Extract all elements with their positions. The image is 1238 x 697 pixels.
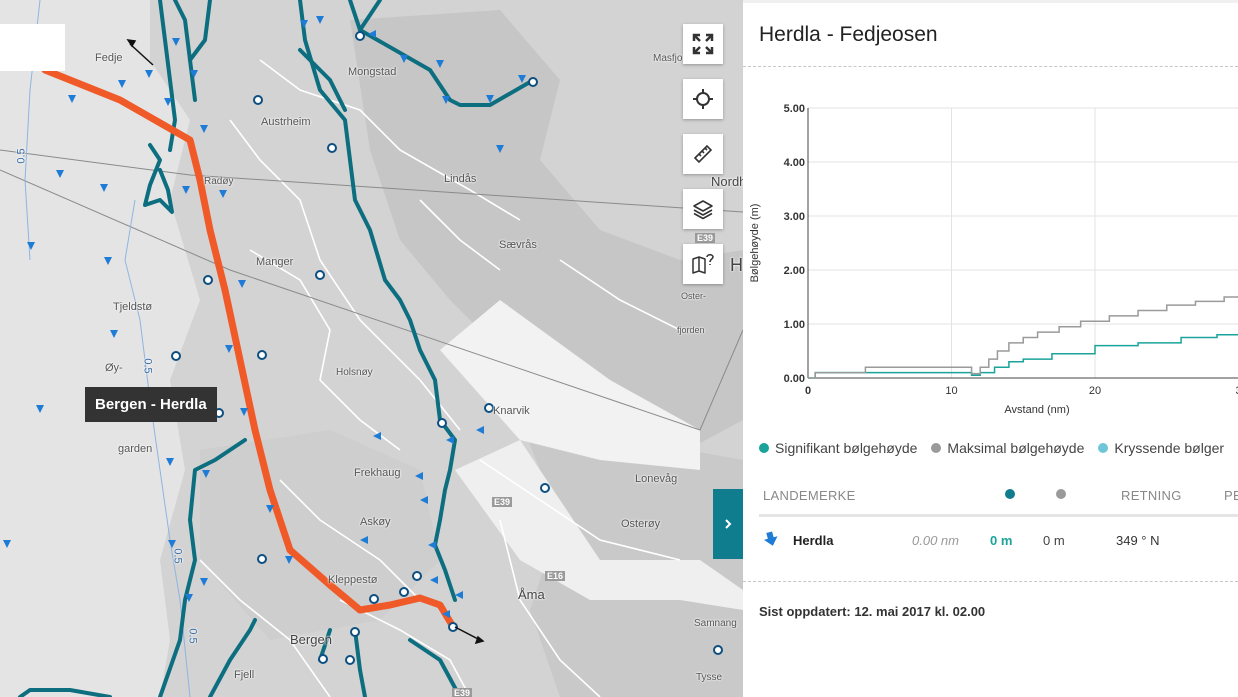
place-label: Mongstad	[348, 66, 397, 78]
divider	[743, 581, 1238, 582]
y-tick-label: 0.00	[784, 373, 805, 385]
place-label: Radøy	[204, 176, 234, 187]
column-header-maximum-dot[interactable]	[1056, 489, 1066, 499]
place-label: Lonevåg	[635, 473, 678, 485]
place-label: Tjeldstø	[113, 301, 153, 313]
fullscreen-icon	[692, 33, 714, 55]
map-help-button[interactable]	[683, 244, 723, 284]
place-label: Osterøy	[621, 518, 661, 530]
place-label: Tysse	[696, 672, 723, 683]
series-line	[808, 295, 1238, 379]
map-canvas[interactable]	[0, 0, 743, 697]
map-help-icon	[692, 254, 714, 274]
place-label: Kleppestø	[328, 574, 378, 586]
depth-label: 0.5	[186, 628, 199, 644]
legend-label: Kryssende bølger	[1114, 440, 1225, 456]
ruler-icon	[693, 144, 713, 164]
legend-item[interactable]: Maksimal bølgehøyde	[931, 440, 1084, 456]
significant-height: 0 m	[990, 533, 1013, 548]
collapse-panel-button[interactable]	[713, 489, 743, 559]
depth-label: 0.5	[171, 548, 184, 564]
legend-label: Maksimal bølgehøyde	[947, 440, 1085, 456]
column-header-direction[interactable]: RETNING	[1121, 488, 1182, 503]
chart-legend: Signifikant bølgehøyde Maksimal bølgehøy…	[759, 440, 1224, 456]
place-label: Frekhaug	[354, 467, 401, 479]
map[interactable]: Fedje Mongstad Masfjo- Austrheim Radøy L…	[0, 0, 743, 697]
place-label: Lindås	[444, 173, 477, 185]
place-label: garden	[118, 443, 153, 455]
layers-icon	[693, 200, 713, 220]
y-tick-label: 3.00	[784, 211, 805, 223]
info-panel: Herdla - Fedjeosen 0.00 1.00 2.00 3.00 4.00 5…	[743, 0, 1238, 697]
x-tick-label: 0	[805, 385, 811, 397]
arrow-down-icon	[763, 531, 779, 550]
legend-label: Signifikant bølgehøyde	[775, 440, 918, 456]
place-label: fjorden	[677, 325, 705, 335]
y-tick-label: 4.00	[784, 157, 805, 169]
route-label[interactable]: Bergen - Herdla	[85, 387, 217, 422]
road-shield: E39	[695, 233, 716, 243]
landmark-name: Herdla	[793, 533, 834, 548]
column-header-landmark[interactable]: LANDEMERKE	[763, 488, 856, 503]
wave-height-chart: 0.001.002.003.004.005.00010203 Avstand (…	[749, 103, 1238, 416]
depth-label: 0.5	[15, 148, 28, 164]
search-box[interactable]	[0, 24, 65, 71]
place-label: Holsnøy	[336, 367, 373, 378]
legend-dot	[759, 443, 769, 453]
legend-dot	[1098, 443, 1109, 453]
legend-dot	[931, 443, 942, 453]
table-header: LANDEMERKE RETNING PE	[743, 488, 1238, 516]
wave-direction: 349 ° N	[1116, 533, 1160, 548]
column-header-period[interactable]: PE	[1224, 488, 1238, 503]
place-label: Nordh	[711, 174, 743, 189]
fullscreen-button[interactable]	[683, 24, 723, 64]
column-header-significant-dot[interactable]	[1005, 489, 1015, 499]
place-label: Askøy	[360, 516, 391, 528]
last-updated: Sist oppdatert: 12. mai 2017 kl. 02.00	[759, 604, 986, 619]
y-tick-label: 2.00	[784, 265, 805, 277]
place-label: Øy-	[105, 362, 123, 374]
maximum-height: 0 m	[1043, 533, 1065, 548]
place-label: Bergen	[290, 632, 332, 647]
place-label: Sævrås	[499, 239, 537, 251]
place-label: Oster-	[681, 291, 707, 301]
chevron-right-icon	[725, 519, 732, 529]
road-shield: E39	[452, 688, 473, 697]
place-label: H	[730, 255, 743, 275]
depth-label: 0.5	[141, 358, 154, 374]
place-label: Manger	[256, 256, 294, 268]
road-shield: E16	[545, 571, 566, 581]
place-label: Samnang	[694, 618, 737, 629]
divider	[743, 66, 1238, 67]
legend-item[interactable]: Kryssende bølger	[1098, 440, 1224, 456]
y-tick-label: 5.00	[784, 103, 805, 115]
x-tick-label: 20	[1089, 385, 1101, 397]
table-row[interactable]: Herdla 0.00 nm 0 m 0 m 349 ° N	[743, 531, 1238, 553]
measure-button[interactable]	[683, 134, 723, 174]
y-tick-label: 1.00	[784, 319, 805, 331]
locate-button[interactable]	[683, 79, 723, 119]
panel-title: Herdla - Fedjeosen	[759, 23, 938, 46]
place-label: Austrheim	[261, 116, 311, 128]
legend-item[interactable]: Signifikant bølgehøyde	[759, 440, 917, 456]
place-label: Åma	[518, 587, 545, 602]
y-axis-label: Bølgehøyde (m)	[749, 204, 761, 283]
place-label: Fedje	[95, 52, 123, 64]
x-tick-label: 10	[945, 385, 957, 397]
place-label: Fjell	[234, 669, 255, 681]
table-header-underline	[759, 514, 1238, 517]
layers-button[interactable]	[683, 189, 723, 229]
x-axis-label: Avstand (nm)	[1004, 404, 1069, 416]
place-label: Knarvik	[493, 405, 530, 417]
landmark-distance: 0.00 nm	[912, 533, 959, 548]
road-shield: E39	[492, 497, 513, 507]
place-label: Masfjo-	[653, 53, 686, 64]
locate-icon	[693, 89, 713, 109]
